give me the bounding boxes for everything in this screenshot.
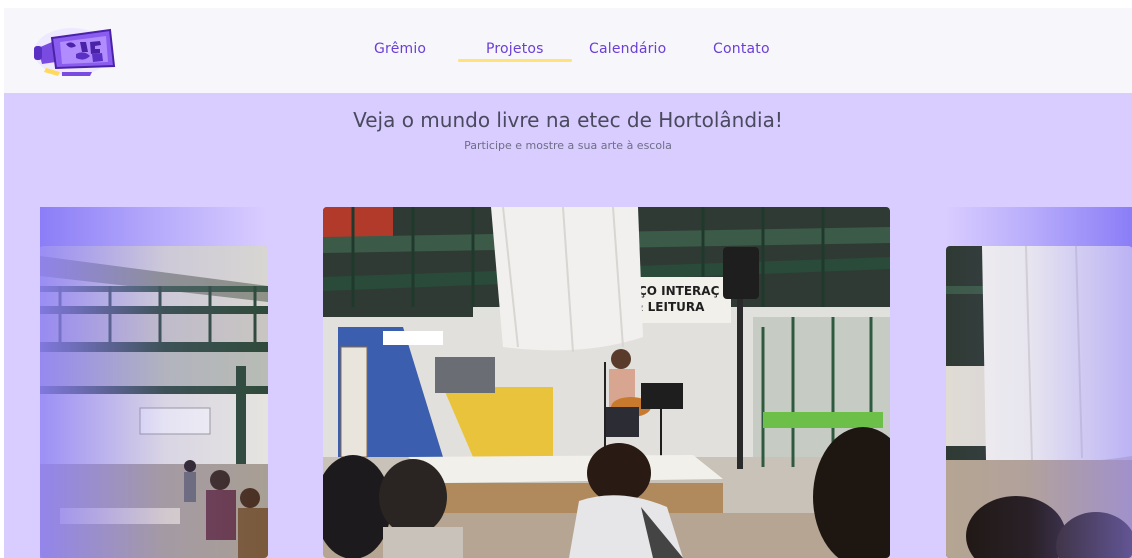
hero-title: Veja o mundo livre na etec de Hortolândi… (353, 108, 783, 132)
stage-curtain-photo (946, 246, 1132, 558)
nav-link-gremio[interactable]: Grêmio (374, 41, 426, 63)
page: Grêmio Projetos Calendário Contato Veja … (4, 8, 1132, 558)
musician-performance-photo: PAÇO INTERAÇ & LEITURA (323, 207, 890, 558)
slide-right-top-band (946, 207, 1132, 247)
nav-active-indicator (458, 59, 572, 62)
sign-text-line2: & LEITURA (633, 300, 705, 314)
carousel-slide-right[interactable] (946, 246, 1132, 558)
carousel-slide-main[interactable]: PAÇO INTERAÇ & LEITURA (323, 207, 890, 558)
slide-left-top-band (40, 207, 266, 247)
nav-link-calendario[interactable]: Calendário (589, 41, 666, 63)
carousel-slide-left[interactable] (40, 246, 268, 558)
megaphone-icon (34, 28, 116, 76)
navbar: Grêmio Projetos Calendário Contato (4, 8, 1132, 93)
nav-link-contato[interactable]: Contato (713, 41, 770, 63)
hero-subtitle: Participe e mostre a sua arte à escola (464, 139, 672, 152)
site-logo[interactable] (32, 22, 122, 80)
school-interior-photo (40, 246, 268, 558)
